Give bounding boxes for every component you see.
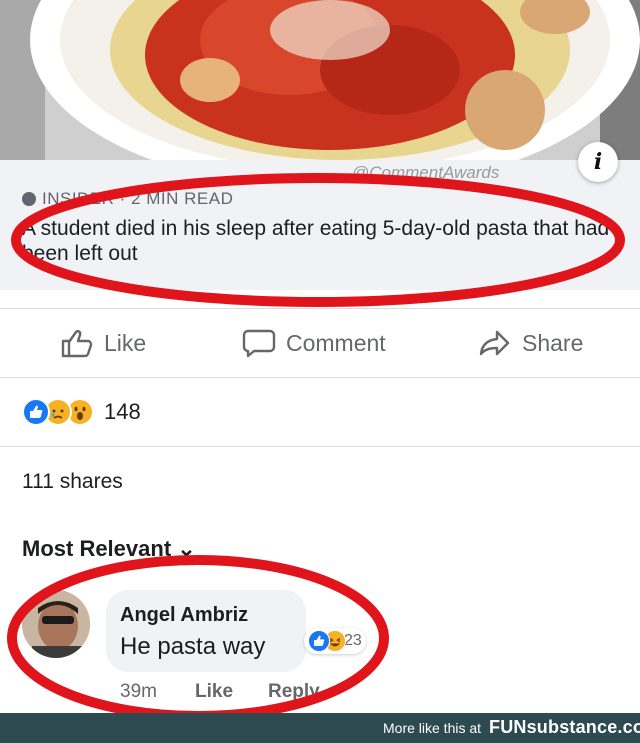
like-reaction-icon bbox=[308, 630, 330, 652]
like-reaction-icon bbox=[22, 398, 50, 426]
footer-brand[interactable]: FUNsubstance.com bbox=[489, 717, 640, 738]
site-footer-banner[interactable]: More like this at FUNsubstance.com bbox=[0, 713, 640, 743]
footer-more-text: More like this at bbox=[383, 720, 482, 736]
red-ellipse-headline bbox=[11, 173, 625, 307]
